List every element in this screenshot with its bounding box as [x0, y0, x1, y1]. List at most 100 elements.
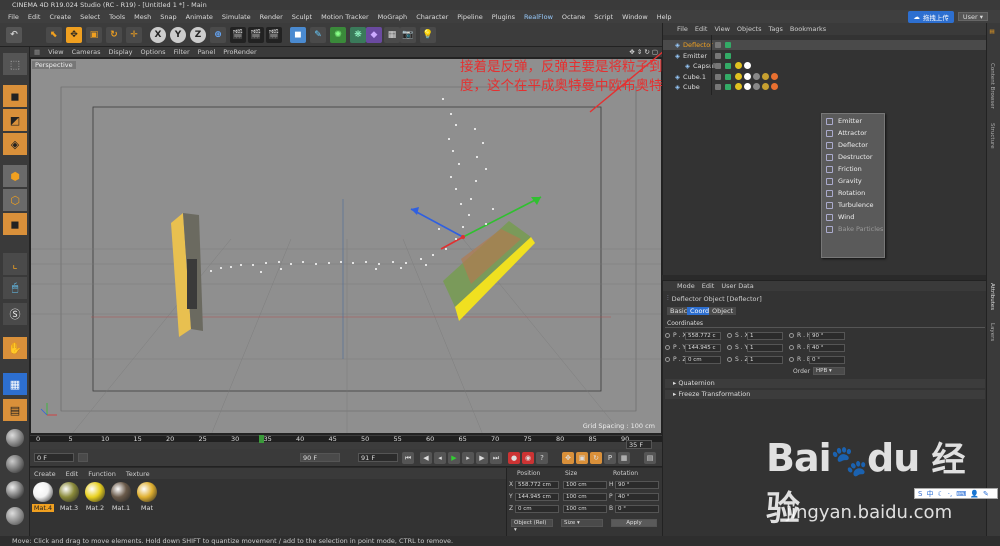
animate-dot-icon[interactable]	[789, 357, 794, 362]
coordinate-system-icon[interactable]: ⊕	[210, 27, 226, 43]
enable-check[interactable]	[725, 63, 731, 69]
menu-help[interactable]: Help	[657, 13, 672, 21]
attribute-menu-edit[interactable]: Edit	[702, 282, 715, 290]
coord-position-field[interactable]: 558.772 cm	[515, 481, 559, 489]
apply-button[interactable]: Apply	[611, 519, 657, 527]
coord-size-field[interactable]: 100 cm	[563, 505, 607, 513]
menu-tools[interactable]: Tools	[109, 13, 125, 21]
material-tag-icon[interactable]	[744, 62, 751, 69]
enable-check[interactable]	[725, 42, 731, 48]
points-mode-icon[interactable]: ⬢	[3, 165, 27, 187]
timeline-settings-icon[interactable]: ▤	[644, 452, 656, 464]
tab-content-browser[interactable]: Content Browser	[989, 63, 995, 109]
camera-icon[interactable]: 📷	[400, 27, 416, 43]
menu-simulate[interactable]: Simulate	[222, 13, 251, 21]
popup-item-gravity[interactable]: Gravity	[822, 175, 886, 187]
sphere-icon-3[interactable]	[3, 479, 27, 501]
z-axis-lock[interactable]: Z	[190, 27, 206, 43]
coord-position-field[interactable]: 0 cm	[515, 505, 559, 513]
subdivision-icon[interactable]: ✺	[330, 27, 346, 43]
deformer-icon[interactable]: ◆	[366, 27, 382, 43]
order-select[interactable]: HPB ▾	[813, 367, 845, 375]
attribute-menu-user-data[interactable]: User Data	[721, 282, 753, 290]
material-tag-icon[interactable]	[735, 62, 742, 69]
attr-position-field[interactable]: 558.772 c	[685, 332, 721, 340]
viewport-menu-panel[interactable]: Panel	[198, 48, 216, 56]
viewport-menu-prorender[interactable]: ProRender	[223, 48, 256, 56]
menu-mesh[interactable]: Mesh	[134, 13, 151, 21]
material-swatch[interactable]: Mat.1	[110, 482, 132, 512]
viewport-menu-view[interactable]: View	[48, 48, 63, 56]
coord-rotation-field[interactable]: 40 °	[615, 493, 659, 501]
x-axis-lock[interactable]: X	[150, 27, 166, 43]
visibility-check[interactable]	[715, 73, 721, 80]
coord-rotation-field[interactable]: 90 °	[615, 481, 659, 489]
material-tag-icon[interactable]	[735, 83, 742, 90]
visibility-check[interactable]	[715, 52, 721, 59]
menu-file[interactable]: File	[8, 13, 19, 21]
attr-rotation-field[interactable]: 40 °	[809, 344, 845, 352]
attr-rotation-field[interactable]: 90 °	[809, 332, 845, 340]
rotate-tool-icon[interactable]: ↻	[106, 27, 122, 43]
animate-dot-icon[interactable]	[665, 345, 670, 350]
next-key-icon[interactable]: ▶	[476, 452, 488, 464]
material-swatch[interactable]: Mat.3	[58, 482, 80, 512]
animate-dot-icon[interactable]	[727, 345, 732, 350]
coord-rotation-field[interactable]: 0 °	[615, 505, 659, 513]
animate-dot-icon[interactable]	[789, 333, 794, 338]
material-swatch[interactable]: Mat.2	[84, 482, 106, 512]
end-frame-field[interactable]: 91 F	[358, 453, 398, 462]
y-axis-lock[interactable]: Y	[170, 27, 186, 43]
menu-snap[interactable]: Snap	[160, 13, 176, 21]
viewport-menu-cameras[interactable]: Cameras	[72, 48, 101, 56]
menu-window[interactable]: Window	[622, 13, 648, 21]
autokey-icon[interactable]: ◉	[522, 452, 534, 464]
animate-dot-icon[interactable]	[789, 345, 794, 350]
viewport-menu-display[interactable]: Display	[109, 48, 133, 56]
material-tag-icon[interactable]	[735, 72, 742, 80]
tab-layers[interactable]: Layers	[989, 323, 995, 341]
render-settings-icon[interactable]: 🎬	[266, 27, 282, 43]
key-pla-icon[interactable]: ▦	[618, 452, 630, 464]
select-tool-icon[interactable]: ⬉	[46, 27, 62, 43]
material-menu-function[interactable]: Function	[88, 470, 116, 478]
key-position-icon[interactable]: ✥	[562, 452, 574, 464]
cube-object-icon[interactable]: ◼	[290, 27, 306, 43]
freeze-transformation-section[interactable]: ▸ Freeze Transformation	[665, 390, 985, 399]
material-tag-icon[interactable]	[771, 72, 778, 80]
menu-animate[interactable]: Animate	[186, 13, 213, 21]
object-menu-bookmarks[interactable]: Bookmarks	[790, 25, 826, 33]
menu-octane[interactable]: Octane	[562, 13, 585, 21]
popup-item-bake-particles[interactable]: Bake Particles	[822, 223, 886, 235]
object-menu-edit[interactable]: Edit	[695, 25, 708, 33]
enable-check[interactable]	[725, 73, 731, 80]
coord-size-field[interactable]: 100 cm	[563, 493, 607, 501]
animate-dot-icon[interactable]	[727, 357, 732, 362]
material-tag-icon[interactable]	[744, 72, 751, 80]
polygons-mode-icon[interactable]: ◼	[3, 213, 27, 235]
enable-check[interactable]	[725, 52, 731, 59]
key-rotation-icon[interactable]: ↻	[590, 452, 602, 464]
prev-frame-icon[interactable]: ◂	[434, 452, 446, 464]
render-picture-viewer-icon[interactable]: 🎬	[248, 27, 264, 43]
popup-item-destructor[interactable]: Destructor	[822, 151, 886, 163]
popup-item-turbulence[interactable]: Turbulence	[822, 199, 886, 211]
play-icon[interactable]: ▶	[448, 452, 460, 464]
snap-icon[interactable]: Ⓢ	[3, 303, 27, 325]
undo-icon[interactable]: ↶	[6, 27, 22, 43]
coord-position-field[interactable]: 144.945 cm	[515, 493, 559, 501]
popup-item-deflector[interactable]: Deflector	[822, 139, 886, 151]
popup-item-rotation[interactable]: Rotation	[822, 187, 886, 199]
object-menu-file[interactable]: File	[677, 25, 688, 33]
visibility-check[interactable]	[715, 63, 721, 69]
light-icon[interactable]: 💡	[420, 27, 436, 43]
attr-scale-field[interactable]: 1	[747, 332, 783, 340]
floor-icon[interactable]: ▦	[384, 27, 400, 43]
material-menu-create[interactable]: Create	[34, 470, 56, 478]
attr-position-field[interactable]: 144.945 c	[685, 344, 721, 352]
material-tag-icon[interactable]	[753, 83, 760, 90]
menu-script[interactable]: Script	[594, 13, 613, 21]
material-menu-edit[interactable]: Edit	[66, 470, 79, 478]
go-to-start-icon[interactable]: ⏮	[402, 452, 414, 464]
popup-item-emitter[interactable]: Emitter	[822, 115, 886, 127]
